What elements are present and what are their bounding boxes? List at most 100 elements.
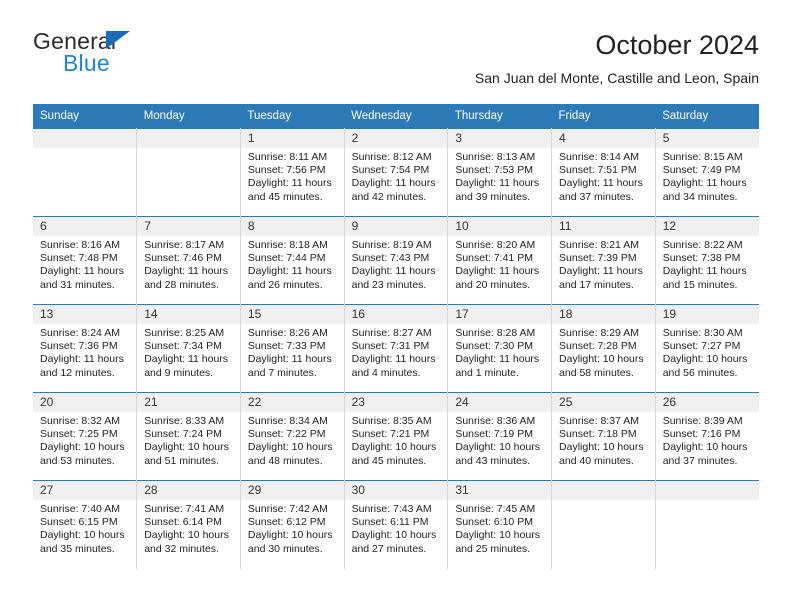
calendar-day-cell[interactable]: 9 Sunrise: 8:19 AM Sunset: 7:43 PM Daylight… [344, 216, 449, 305]
calendar-day-cell-empty [551, 480, 656, 569]
calendar-day-cell[interactable]: 6 Sunrise: 8:16 AM Sunset: 7:48 PM Daylight… [33, 216, 138, 305]
day-info: Sunrise: 8:33 AM Sunset: 7:24 PM Daylight:… [137, 412, 240, 468]
day-number: 10 [448, 217, 552, 236]
daylight-text-line1: Daylight: 11 hours [247, 353, 332, 366]
day-info: Sunrise: 8:11 AM Sunset: 7:56 PM Daylight:… [241, 148, 344, 204]
sunset-text: Sunset: 7:19 PM [455, 428, 533, 441]
calendar-day-cell[interactable]: 30 Sunrise: 7:43 AM Sunset: 6:11 PM Dayligh… [344, 480, 449, 569]
daylight-text-line2: and 35 minutes. [40, 542, 115, 555]
calendar-day-cell[interactable]: 5 Sunrise: 8:15 AM Sunset: 7:49 PM Daylight… [655, 128, 759, 217]
sunrise-text: Sunrise: 8:22 AM [662, 239, 743, 251]
sunrise-text: Sunrise: 8:25 AM [144, 327, 225, 339]
calendar-day-cell[interactable]: 4 Sunrise: 8:14 AM Sunset: 7:51 PM Daylight… [551, 128, 656, 217]
calendar-day-cell[interactable]: 11 Sunrise: 8:21 AM Sunset: 7:39 PM Dayligh… [551, 216, 656, 305]
calendar-day-cell[interactable]: 23 Sunrise: 8:35 AM Sunset: 7:21 PM Dayligh… [344, 392, 449, 481]
calendar-day-cell[interactable]: 13 Sunrise: 8:24 AM Sunset: 7:36 PM Dayligh… [33, 304, 138, 393]
calendar-week-row: 27 Sunrise: 7:40 AM Sunset: 6:15 PM Dayligh… [33, 480, 759, 569]
day-info: Sunrise: 8:37 AM Sunset: 7:18 PM Daylight:… [552, 412, 655, 468]
calendar-day-cell[interactable]: 25 Sunrise: 8:37 AM Sunset: 7:18 PM Dayligh… [551, 392, 656, 481]
sunset-text: Sunset: 7:41 PM [455, 252, 533, 265]
day-info: Sunrise: 7:40 AM Sunset: 6:15 PM Daylight:… [33, 500, 136, 556]
sunset-text: Sunset: 7:49 PM [662, 164, 741, 177]
day-number: 18 [552, 305, 655, 324]
calendar-day-cell[interactable]: 16 Sunrise: 8:27 AM Sunset: 7:31 PM Dayligh… [344, 304, 449, 393]
daylight-text-line1: Daylight: 10 hours [351, 529, 437, 542]
sunrise-text: Sunrise: 7:42 AM [247, 503, 328, 515]
calendar-day-cell[interactable]: 21 Sunrise: 8:33 AM Sunset: 7:24 PM Dayligh… [136, 392, 241, 481]
calendar-day-cell[interactable]: 20 Sunrise: 8:32 AM Sunset: 7:25 PM Dayligh… [33, 392, 138, 481]
day-number: 24 [448, 393, 552, 412]
calendar-day-cell[interactable]: 3 Sunrise: 8:13 AM Sunset: 7:53 PM Daylight… [447, 128, 553, 217]
sunrise-text: Sunrise: 7:43 AM [351, 503, 432, 515]
sunrise-text: Sunrise: 8:34 AM [247, 415, 328, 427]
day-number [552, 481, 655, 500]
calendar-day-cell[interactable]: 28 Sunrise: 7:41 AM Sunset: 6:14 PM Dayligh… [136, 480, 241, 569]
calendar-day-cell[interactable]: 7 Sunrise: 8:17 AM Sunset: 7:46 PM Daylight… [136, 216, 241, 305]
calendar-day-cell[interactable]: 15 Sunrise: 8:26 AM Sunset: 7:33 PM Dayligh… [240, 304, 345, 393]
calendar-day-cell[interactable]: 10 Sunrise: 8:20 AM Sunset: 7:41 PM Dayligh… [447, 216, 553, 305]
day-number: 27 [33, 481, 137, 500]
calendar-day-cell[interactable]: 12 Sunrise: 8:22 AM Sunset: 7:38 PM Dayligh… [655, 216, 759, 305]
calendar-day-cell[interactable]: 2 Sunrise: 8:12 AM Sunset: 7:54 PM Daylight… [344, 128, 449, 217]
daylight-text-line2: and 27 minutes. [351, 542, 427, 555]
day-info: Sunrise: 8:32 AM Sunset: 7:25 PM Daylight:… [33, 412, 136, 468]
calendar-day-cell[interactable]: 31 Sunrise: 7:45 AM Sunset: 6:10 PM Dayligh… [447, 480, 553, 569]
calendar-day-cell[interactable]: 27 Sunrise: 7:40 AM Sunset: 6:15 PM Dayligh… [33, 480, 138, 569]
calendar-day-cell[interactable]: 29 Sunrise: 7:42 AM Sunset: 6:12 PM Dayligh… [240, 480, 345, 569]
day-number: 25 [552, 393, 655, 412]
day-number: 31 [448, 481, 552, 500]
calendar-day-cell-empty [136, 128, 241, 217]
page-header: General Blue October 2024 San Juan del M… [33, 28, 759, 98]
weekday-header-monday: Monday [136, 104, 241, 129]
calendar-day-cell-empty [655, 480, 759, 569]
sunset-text: Sunset: 7:24 PM [144, 428, 222, 441]
daylight-text-line1: Daylight: 10 hours [144, 441, 229, 454]
sunrise-text: Sunrise: 8:30 AM [662, 327, 743, 339]
day-info: Sunrise: 8:19 AM Sunset: 7:43 PM Daylight:… [345, 236, 448, 292]
calendar-day-cell[interactable]: 22 Sunrise: 8:34 AM Sunset: 7:22 PM Dayligh… [240, 392, 345, 481]
daylight-text-line1: Daylight: 11 hours [351, 265, 436, 278]
calendar-day-cell[interactable]: 19 Sunrise: 8:30 AM Sunset: 7:27 PM Dayligh… [655, 304, 759, 393]
daylight-text-line2: and 40 minutes. [559, 454, 634, 467]
calendar-day-cell[interactable]: 8 Sunrise: 8:18 AM Sunset: 7:44 PM Daylight… [240, 216, 345, 305]
day-number: 3 [448, 129, 552, 148]
calendar-day-cell[interactable]: 14 Sunrise: 8:25 AM Sunset: 7:34 PM Dayligh… [136, 304, 241, 393]
daylight-text-line2: and 1 minute. [455, 366, 519, 379]
day-number: 26 [655, 393, 759, 412]
sunset-text: Sunset: 7:51 PM [559, 164, 637, 177]
daylight-text-line1: Daylight: 10 hours [247, 529, 333, 542]
daylight-text-line1: Daylight: 11 hours [144, 353, 229, 366]
day-info: Sunrise: 8:28 AM Sunset: 7:30 PM Daylight:… [448, 324, 551, 380]
daylight-text-line2: and 4 minutes. [351, 366, 421, 379]
weekday-header-tuesday: Tuesday [240, 104, 345, 129]
weekday-header-saturday: Saturday [655, 104, 759, 129]
calendar-day-cell[interactable]: 18 Sunrise: 8:29 AM Sunset: 7:28 PM Dayligh… [551, 304, 656, 393]
sunrise-text: Sunrise: 8:16 AM [40, 239, 120, 251]
sunset-text: Sunset: 6:14 PM [144, 516, 222, 529]
daylight-text-line1: Daylight: 11 hours [247, 177, 332, 190]
day-info: Sunrise: 7:43 AM Sunset: 6:11 PM Daylight:… [345, 500, 448, 556]
day-info: Sunrise: 8:21 AM Sunset: 7:39 PM Daylight:… [552, 236, 655, 292]
day-info: Sunrise: 8:14 AM Sunset: 7:51 PM Daylight:… [552, 148, 655, 204]
sunset-text: Sunset: 7:33 PM [247, 340, 326, 353]
sunrise-text: Sunrise: 8:14 AM [559, 151, 639, 163]
sunrise-text: Sunrise: 8:12 AM [351, 151, 432, 163]
day-number: 15 [240, 305, 344, 324]
day-number: 6 [33, 217, 137, 236]
day-number: 1 [240, 129, 344, 148]
generalblue-logo[interactable]: General Blue [33, 28, 293, 84]
day-info: Sunrise: 8:27 AM Sunset: 7:31 PM Daylight:… [345, 324, 448, 380]
calendar-week-row: 6 Sunrise: 8:16 AM Sunset: 7:48 PM Daylight… [33, 216, 759, 305]
daylight-text-line1: Daylight: 10 hours [455, 441, 540, 454]
calendar-day-cell[interactable]: 24 Sunrise: 8:36 AM Sunset: 7:19 PM Dayligh… [447, 392, 553, 481]
day-info: Sunrise: 8:12 AM Sunset: 7:54 PM Daylight:… [345, 148, 448, 204]
sunrise-text: Sunrise: 8:29 AM [559, 327, 639, 339]
day-number: 12 [655, 217, 759, 236]
daylight-text-line2: and 20 minutes. [455, 278, 531, 291]
daylight-text-line2: and 26 minutes. [247, 278, 323, 291]
calendar-day-cell[interactable]: 1 Sunrise: 8:11 AM Sunset: 7:56 PM Daylight… [240, 128, 345, 217]
calendar-day-cell[interactable]: 17 Sunrise: 8:28 AM Sunset: 7:30 PM Dayligh… [447, 304, 553, 393]
sunrise-text: Sunrise: 8:13 AM [455, 151, 536, 163]
day-number: 16 [344, 305, 448, 324]
calendar-day-cell[interactable]: 26 Sunrise: 8:39 AM Sunset: 7:16 PM Dayligh… [655, 392, 759, 481]
